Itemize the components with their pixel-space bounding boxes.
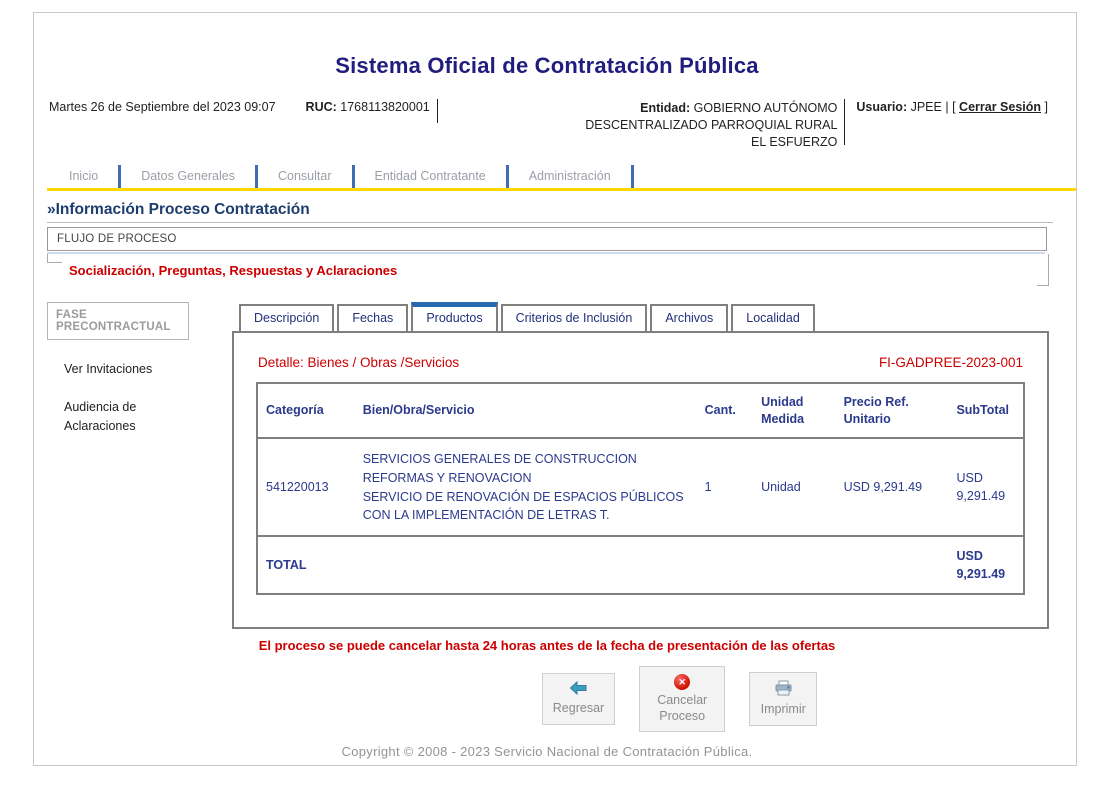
- nav-item-inicio[interactable]: Inicio: [49, 165, 121, 188]
- cell-descripcion: SERVICIOS GENERALES DE CONSTRUCCION REFO…: [355, 438, 697, 536]
- stage-fieldset: Socialización, Preguntas, Respuestas y A…: [47, 254, 1049, 288]
- phase-label: FASE PRECONTRACTUAL: [47, 302, 189, 340]
- tab-localidad[interactable]: Localidad: [731, 304, 815, 331]
- cell-precio-ref-unitario: USD 9,291.49: [836, 438, 949, 536]
- fieldset-corner-left: [47, 254, 62, 263]
- tab-fechas[interactable]: Fechas: [337, 304, 408, 331]
- user-label: Usuario:: [856, 100, 907, 114]
- table-header-row: Categoría Bien/Obra/Servicio Cant. Unida…: [257, 383, 1024, 439]
- nav-item-entidad-contratante[interactable]: Entidad Contratante: [355, 165, 509, 188]
- content-area: FASE PRECONTRACTUAL Ver Invitaciones Aud…: [47, 302, 1076, 630]
- col-categoria: Categoría: [257, 383, 355, 439]
- detail-title: Detalle: Bienes / Obras /Servicios: [258, 355, 459, 370]
- user-value: JPEE: [911, 100, 942, 114]
- main-nav: Inicio Datos Generales Consultar Entidad…: [47, 165, 1076, 191]
- back-arrow-icon: [569, 681, 588, 698]
- products-table: Categoría Bien/Obra/Servicio Cant. Unida…: [256, 382, 1025, 596]
- page-title: »Información Proceso Contratación: [47, 201, 1053, 223]
- page-frame: Sistema Oficial de Contratación Pública …: [33, 12, 1077, 766]
- descripcion-linea-2: SERVICIO DE RENOVACIÓN DE ESPACIOS PÚBLI…: [363, 488, 689, 524]
- nav-item-administracion[interactable]: Administración: [509, 165, 634, 188]
- total-value: USD 9,291.49: [948, 536, 1024, 594]
- separator-line: [844, 99, 845, 145]
- col-bien-obra-servicio: Bien/Obra/Servicio: [355, 383, 697, 439]
- cell-categoria: 541220013: [257, 438, 355, 536]
- tab-criterios-de-inclusion[interactable]: Criterios de Inclusión: [501, 304, 648, 331]
- copyright-text: Copyright © 2008 - 2023 Servicio Naciona…: [47, 744, 1047, 759]
- col-precio-ref-unitario: Precio Ref. Unitario: [836, 383, 949, 439]
- col-unidad-medida: Unidad Medida: [753, 383, 836, 439]
- tab-archivos[interactable]: Archivos: [650, 304, 728, 331]
- cell-subtotal: USD 9,291.49: [948, 438, 1024, 536]
- action-buttons: Regresar ✕ Cancelar Proceso Imprimir: [165, 666, 1077, 732]
- process-code: FI-GADPREE-2023-001: [879, 355, 1023, 370]
- cell-unidad-medida: Unidad: [753, 438, 836, 536]
- descripcion-linea-1: SERVICIOS GENERALES DE CONSTRUCCION REFO…: [363, 450, 689, 486]
- tab-productos[interactable]: Productos: [411, 302, 497, 331]
- imprimir-button[interactable]: Imprimir: [749, 672, 817, 726]
- nav-item-consultar[interactable]: Consultar: [258, 165, 355, 188]
- tab-descripcion[interactable]: Descripción: [239, 304, 334, 331]
- process-flow-header: FLUJO DE PROCESO: [47, 227, 1047, 251]
- bracket-close: ]: [1045, 100, 1048, 114]
- tab-bar: Descripción Fechas Productos Criterios d…: [232, 302, 1049, 331]
- cancel-notice: El proceso se puede cancelar hasta 24 ho…: [47, 638, 1047, 653]
- session-info-bar: Martes 26 de Septiembre del 2023 09:07 R…: [49, 97, 1066, 151]
- col-subtotal: SubTotal: [948, 383, 1024, 439]
- entity-text: Entidad: GOBIERNO AUTÓNOMO DESCENTRALIZA…: [582, 97, 837, 151]
- col-cantidad: Cant.: [697, 383, 753, 439]
- cancelar-proceso-button[interactable]: ✕ Cancelar Proceso: [639, 666, 725, 732]
- regresar-button[interactable]: Regresar: [542, 673, 615, 725]
- table-row: 541220013 SERVICIOS GENERALES DE CONSTRU…: [257, 438, 1024, 536]
- logout-link[interactable]: Cerrar Sesión: [959, 100, 1041, 114]
- ruc-label: RUC:: [306, 100, 337, 114]
- total-label: TOTAL: [257, 536, 355, 594]
- fieldset-corner-right: [1037, 254, 1049, 286]
- sidebar-item-audiencia-de-aclaraciones[interactable]: Audiencia de Aclaraciones: [64, 398, 182, 436]
- entity-value: GOBIERNO AUTÓNOMO DESCENTRALIZADO PARROQ…: [585, 101, 837, 149]
- cancel-icon: ✕: [674, 674, 690, 690]
- bracket-open: [: [952, 100, 955, 114]
- nav-item-datos-generales[interactable]: Datos Generales: [121, 165, 258, 188]
- pipe-separator: |: [945, 100, 948, 114]
- main-panel: Descripción Fechas Productos Criterios d…: [232, 302, 1049, 630]
- separator-line: [437, 99, 438, 123]
- ruc-text: RUC: 1768113820001: [306, 97, 430, 114]
- cell-cantidad: 1: [697, 438, 753, 536]
- sidebar-item-ver-invitaciones[interactable]: Ver Invitaciones: [64, 360, 182, 379]
- entity-label: Entidad:: [640, 101, 690, 115]
- app-title: Sistema Oficial de Contratación Pública: [47, 53, 1047, 79]
- sidebar: FASE PRECONTRACTUAL Ver Invitaciones Aud…: [47, 302, 232, 436]
- user-text: Usuario: JPEE | [ Cerrar Sesión ]: [856, 97, 1048, 114]
- tab-panel-productos: Detalle: Bienes / Obras /Servicios FI-GA…: [232, 331, 1049, 630]
- printer-icon: [774, 680, 793, 699]
- total-row: TOTAL USD 9,291.49: [257, 536, 1024, 594]
- ruc-value: 1768113820001: [340, 100, 429, 114]
- detail-header: Detalle: Bienes / Obras /Servicios FI-GA…: [258, 355, 1023, 370]
- datetime-text: Martes 26 de Septiembre del 2023 09:07: [49, 97, 276, 114]
- stage-label: Socialización, Preguntas, Respuestas y A…: [69, 263, 397, 278]
